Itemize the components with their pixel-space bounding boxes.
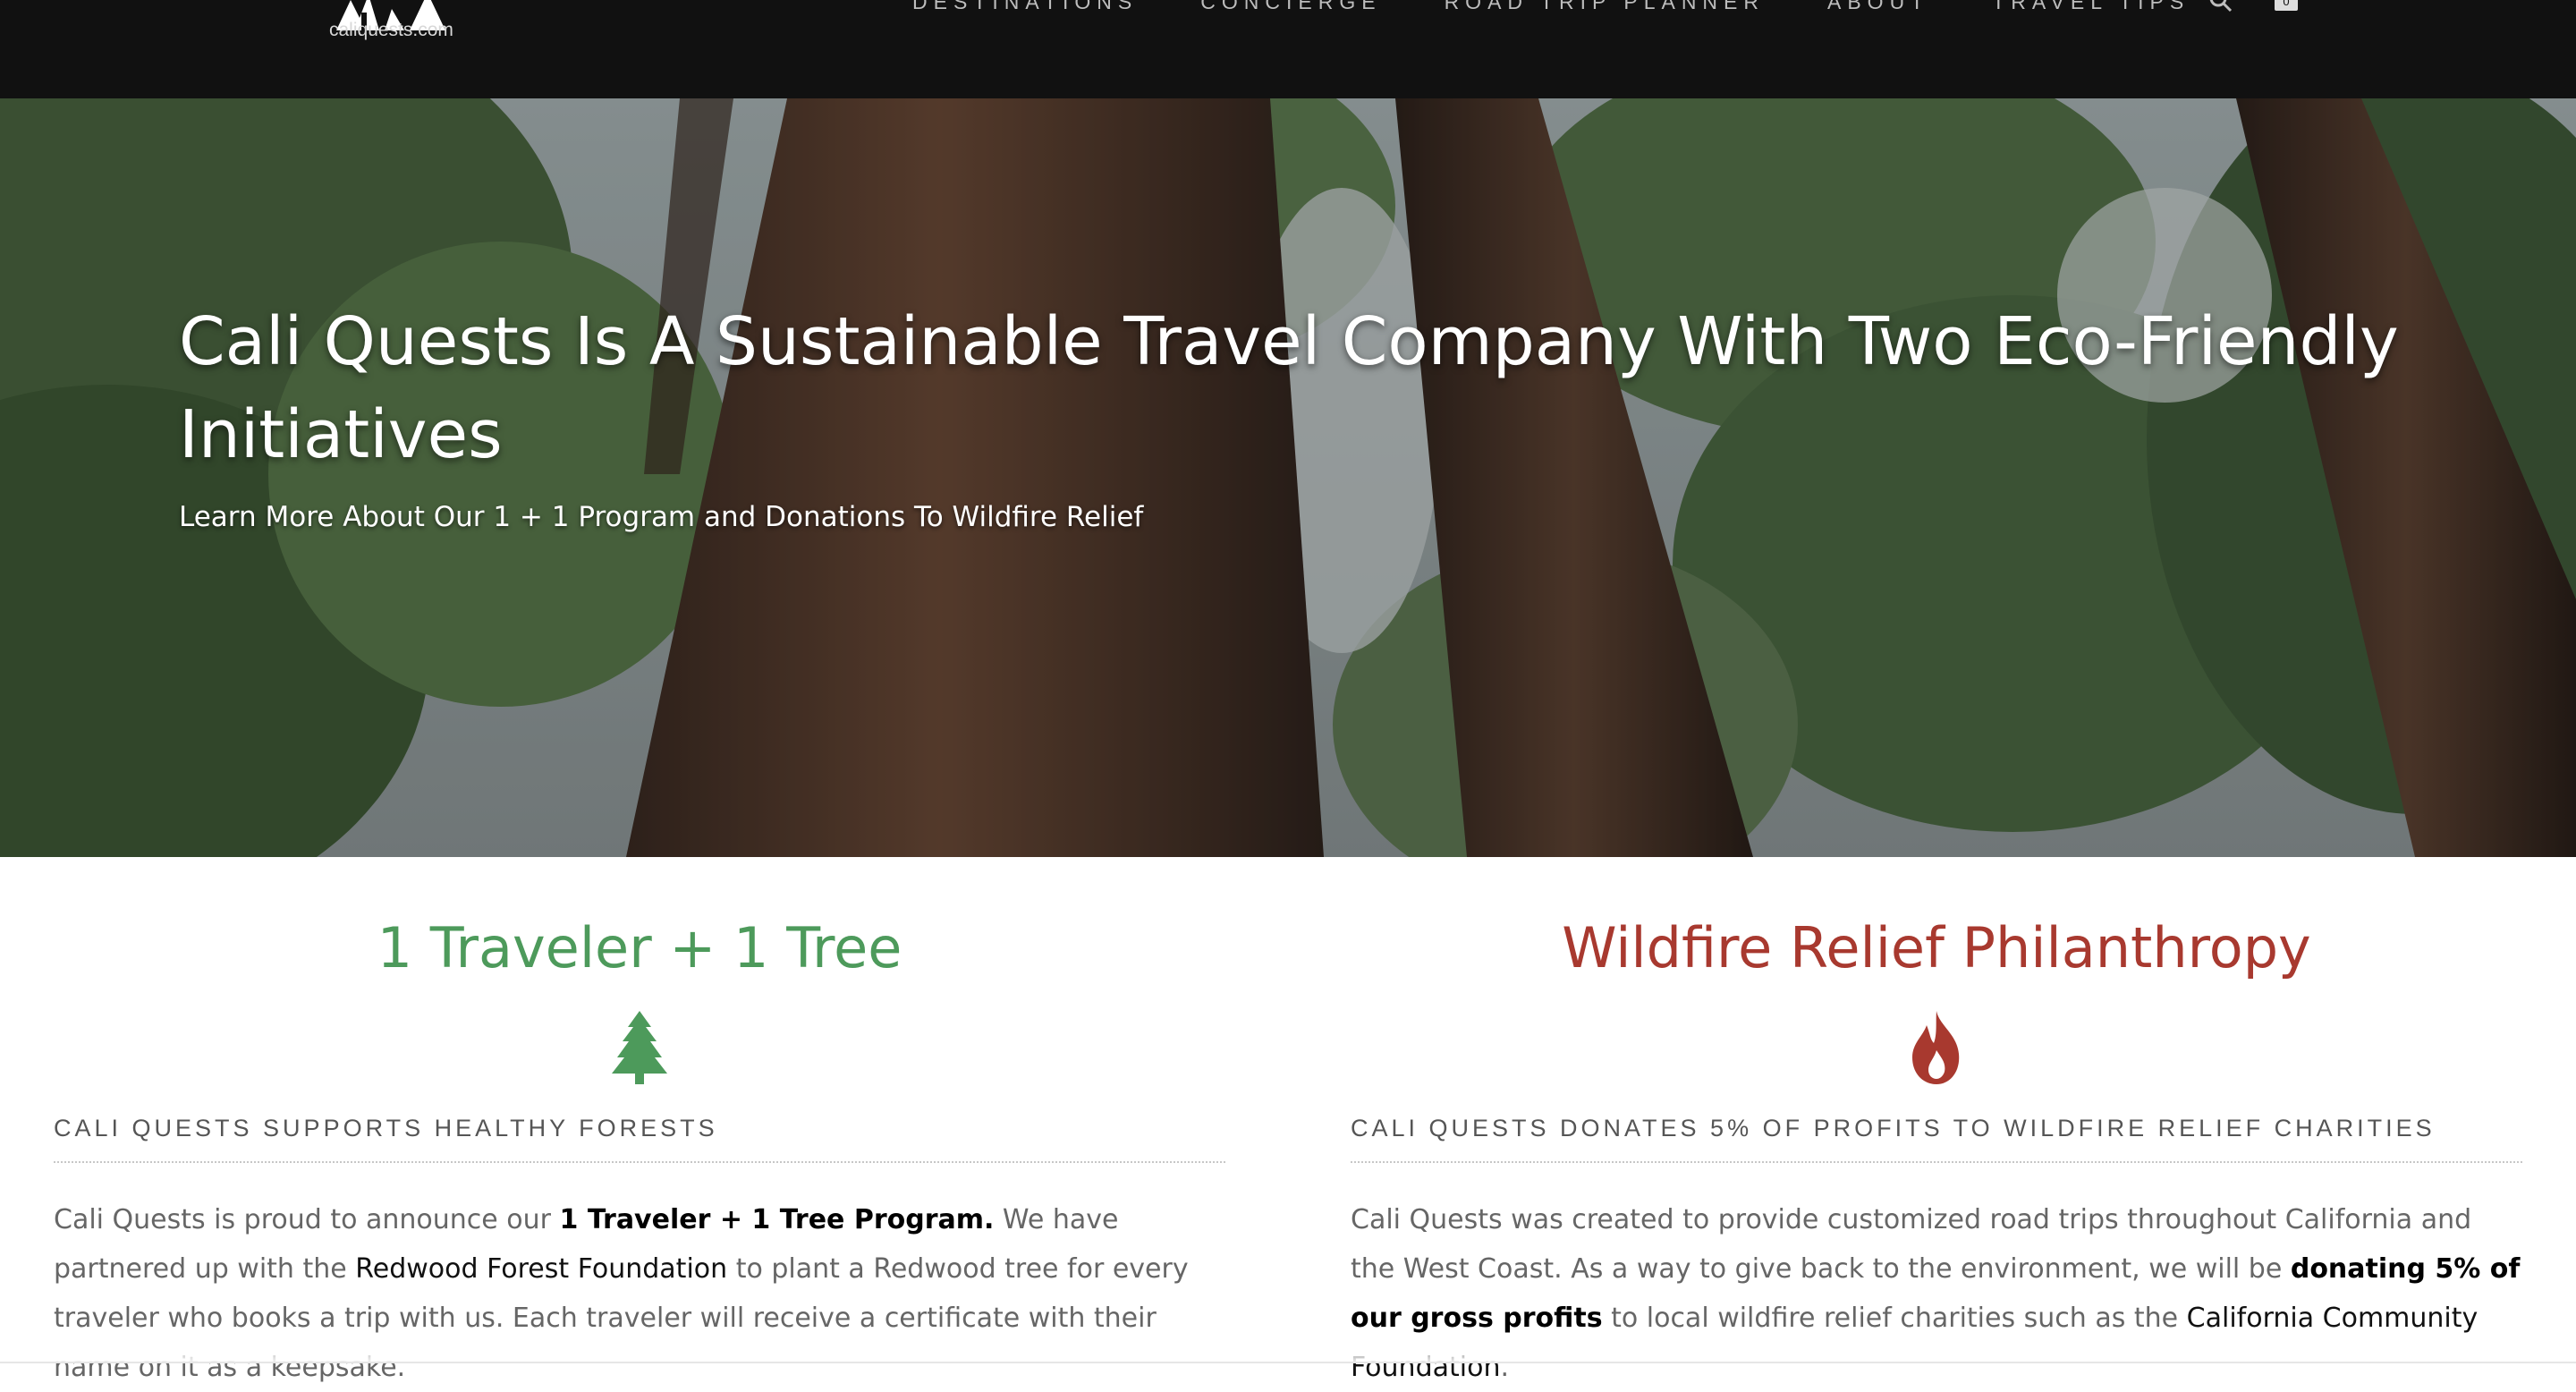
- search-icon[interactable]: [2209, 0, 2233, 17]
- tree-program-title: 1 Traveler + 1 Tree: [377, 915, 902, 980]
- site-logo[interactable]: caliquests.com: [324, 0, 476, 55]
- logo-text: caliquests.com: [329, 20, 453, 40]
- main-nav: Destinations Concierge Road Trip Planner…: [912, 0, 2252, 20]
- program-name-bold: 1 Traveler + 1 Tree Program.: [559, 1204, 995, 1235]
- divider: [1351, 1161, 2522, 1163]
- hero-banner: Cali Quests Is A Sustainable Travel Comp…: [0, 98, 2576, 857]
- flame-icon: [1912, 1011, 1960, 1084]
- nav-travel-tips[interactable]: Travel Tips: [1992, 0, 2190, 14]
- tree-icon: [612, 1011, 667, 1084]
- nav-about[interactable]: About: [1827, 0, 1929, 14]
- wildfire-relief-section: Wildfire Relief Philanthropy Cali Quests…: [1351, 857, 2522, 1383]
- nav-concierge[interactable]: Concierge: [1200, 0, 1381, 14]
- wildfire-relief-title: Wildfire Relief Philanthropy: [1562, 915, 2311, 980]
- hero-title: Cali Quests Is A Sustainable Travel Comp…: [179, 303, 2399, 473]
- window-bottom-edge: [0, 1331, 2576, 1363]
- hero-subtitle: Learn More About Our 1 + 1 Program and D…: [179, 501, 1144, 533]
- tree-program-section: 1 Traveler + 1 Tree Cali Quests Supports…: [54, 857, 1225, 1383]
- tree-program-subheading: Cali Quests Supports Healthy Forests: [54, 1115, 718, 1142]
- cart-count: 0: [2283, 0, 2290, 8]
- divider: [54, 1161, 1225, 1163]
- body-text: to local wildfire relief charities such …: [1602, 1303, 2187, 1334]
- nav-destinations[interactable]: Destinations: [912, 0, 1138, 14]
- top-navigation-bar: caliquests.com Destinations Concierge Ro…: [0, 0, 2576, 98]
- cart-icon[interactable]: 0: [2275, 0, 2298, 11]
- wildfire-relief-subheading: Cali Quests Donates 5% Of Profits To Wil…: [1351, 1115, 2436, 1142]
- body-text: Cali Quests is proud to announce our: [54, 1204, 560, 1235]
- nav-road-trip-planner[interactable]: Road Trip Planner: [1445, 0, 1765, 14]
- redwood-forest-foundation-link[interactable]: Redwood Forest Foundation: [355, 1253, 727, 1285]
